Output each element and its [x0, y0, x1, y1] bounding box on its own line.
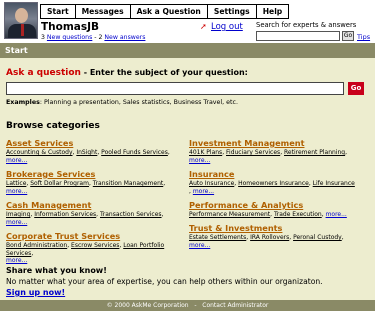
logout-link[interactable]: Log out — [211, 22, 243, 32]
more-link[interactable]: more... — [6, 219, 27, 226]
category-links: Accounting & Custody, InSight, Pooled Fu… — [6, 149, 170, 164]
more-link[interactable]: more... — [193, 188, 214, 195]
signup-link[interactable]: Sign up now! — [6, 288, 65, 297]
category-link[interactable]: Performance Measurement — [189, 211, 270, 218]
browse-heading: Browse categories — [6, 121, 100, 131]
more-link[interactable]: more... — [6, 257, 27, 264]
category-title[interactable]: Performance & Analytics — [189, 200, 374, 210]
category-link[interactable]: InSight — [76, 149, 97, 156]
category-links: Lattice, Soft Dollar Program, Transition… — [6, 180, 166, 195]
contact-admin-link[interactable]: Contact Administrator — [202, 302, 268, 309]
category-cash-management: Cash Management Imaging, Information Ser… — [6, 200, 191, 226]
category-link[interactable]: Auto Insurance — [189, 180, 234, 187]
avatar — [4, 2, 38, 39]
category-link[interactable]: Retirement Planning — [284, 149, 345, 156]
new-questions-link[interactable]: New questions — [47, 34, 92, 41]
logout-arrow-icon: ➚ — [200, 22, 207, 31]
category-link[interactable]: Peronal Custody — [293, 234, 342, 241]
category-link[interactable]: Pooled Funds Services — [101, 149, 168, 156]
category-links: Estate Settlements, IRA Rollovers, Peron… — [189, 234, 344, 249]
top-nav: Start Messages Ask a Question Settings H… — [40, 4, 290, 19]
category-link[interactable]: Homeowners Insurance — [238, 180, 309, 187]
category-link[interactable]: IRA Rollovers — [250, 234, 289, 241]
category-link[interactable]: Soft Dollar Program — [30, 180, 89, 187]
nav-messages[interactable]: Messages — [76, 5, 131, 18]
category-corporate-trust-services: Corporate Trust Services Bond Administra… — [6, 231, 191, 265]
category-insurance: Insurance Auto Insurance, Homeowners Ins… — [189, 169, 374, 195]
questions-count: 3 — [41, 34, 45, 41]
category-links: Bond Administration, Escrow Services, Lo… — [6, 242, 165, 264]
category-link[interactable]: Fiduciary Services — [226, 149, 280, 156]
ask-heading: Ask a question - Enter the subject of yo… — [6, 68, 248, 78]
question-input[interactable] — [6, 82, 344, 95]
category-title[interactable]: Brokerage Services — [6, 169, 191, 179]
main-content: Ask a question - Enter the subject of yo… — [0, 58, 375, 300]
category-link[interactable]: 401K Plans — [189, 149, 222, 156]
search-go-button[interactable]: Go — [342, 31, 354, 41]
more-link[interactable]: more... — [6, 188, 27, 195]
page-title-bar: Start — [0, 43, 375, 58]
ask-title: Ask a question — [6, 68, 81, 78]
category-link[interactable]: Escrow Services — [71, 242, 119, 249]
category-title[interactable]: Cash Management — [6, 200, 191, 210]
share-heading: Share what you know! — [6, 266, 107, 275]
category-title[interactable]: Trust & Investments — [189, 223, 374, 233]
category-links: 401K Plans, Fiduciary Services, Retireme… — [189, 149, 348, 164]
category-link[interactable]: Transaction Services — [100, 211, 162, 218]
category-link[interactable]: Imaging — [6, 211, 30, 218]
user-stats: 3 New questions - 2 New answers — [41, 34, 145, 41]
examples-list: : Planning a presentation, Sales statist… — [39, 99, 238, 106]
more-link[interactable]: more... — [6, 157, 27, 164]
copyright: © 2000 AskMe Corporation — [106, 302, 189, 309]
category-investment-management: Investment Management 401K Plans, Fiduci… — [189, 138, 374, 164]
username: ThomasJB — [41, 21, 100, 33]
tips-link[interactable]: Tips — [357, 33, 370, 41]
nav-settings[interactable]: Settings — [208, 5, 257, 18]
share-description: No matter what your area of expertise, y… — [6, 277, 323, 286]
header: Start Messages Ask a Question Settings H… — [0, 0, 375, 43]
category-brokerage-services: Brokerage Services Lattice, Soft Dollar … — [6, 169, 191, 195]
nav-help[interactable]: Help — [257, 5, 289, 18]
category-link[interactable]: Transition Management — [93, 180, 163, 187]
category-links: Performance Measurement, Trade Execution… — [189, 211, 347, 218]
category-links: Imaging, Information Services, Transacti… — [6, 211, 164, 226]
footer: © 2000 AskMe Corporation - Contact Admin… — [0, 300, 375, 311]
answers-count: 2 — [98, 34, 103, 41]
examples-text: Examples: Planning a presentation, Sales… — [6, 99, 238, 106]
category-link[interactable]: Information Services — [34, 211, 96, 218]
category-title[interactable]: Insurance — [189, 169, 374, 179]
category-link[interactable]: Bond Administration — [6, 242, 67, 249]
new-answers-link[interactable]: New answers — [104, 34, 145, 41]
category-link[interactable]: Accounting & Custody — [6, 149, 73, 156]
search-label: Search for experts & answers — [256, 21, 357, 29]
search-input[interactable] — [256, 31, 340, 41]
category-title[interactable]: Investment Management — [189, 138, 374, 148]
category-links: Auto Insurance, Homeowners Insurance, Li… — [189, 180, 355, 195]
category-link[interactable]: Estate Settlements — [189, 234, 246, 241]
category-performance-analytics: Performance & Analytics Performance Meas… — [189, 200, 374, 219]
category-trust-investments: Trust & Investments Estate Settlements, … — [189, 223, 374, 249]
category-link[interactable]: Trade Execution — [274, 211, 322, 218]
category-asset-services: Asset Services Accounting & Custody, InS… — [6, 138, 191, 164]
nav-start[interactable]: Start — [41, 5, 76, 18]
ask-subtitle: - Enter the subject of your question: — [80, 68, 248, 77]
examples-label: Examples — [6, 99, 40, 106]
footer-separator: - — [194, 302, 197, 309]
category-link[interactable]: Life Insurance — [313, 180, 355, 187]
more-link[interactable]: more... — [189, 242, 210, 249]
category-title[interactable]: Asset Services — [6, 138, 191, 148]
category-link[interactable]: Lattice — [6, 180, 26, 187]
category-title[interactable]: Corporate Trust Services — [6, 231, 191, 241]
more-link[interactable]: more... — [189, 157, 210, 164]
nav-ask-question[interactable]: Ask a Question — [131, 5, 208, 18]
ask-go-button[interactable]: Go — [348, 82, 364, 95]
more-link[interactable]: more... — [326, 211, 347, 218]
